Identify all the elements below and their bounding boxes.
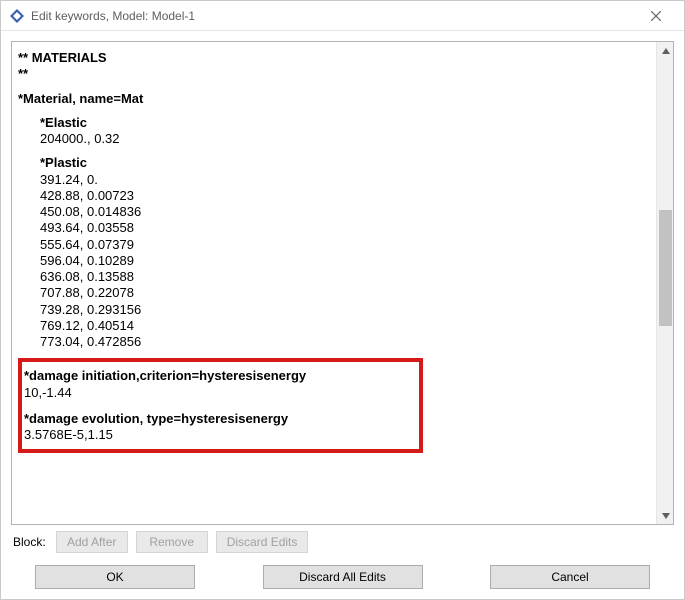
dialog-body: ** MATERIALS ** *Material, name=Mat *Ela… bbox=[1, 31, 684, 559]
elastic-data: 204000., 0.32 bbox=[40, 131, 650, 147]
window-title: Edit keywords, Model: Model-1 bbox=[31, 9, 636, 23]
kw-elastic: *Elastic bbox=[40, 115, 650, 131]
plastic-data-row: 596.04, 0.10289 bbox=[40, 253, 650, 269]
kw-damage-initiation: *damage initiation,criterion=hysteresise… bbox=[24, 368, 413, 384]
ok-button[interactable]: OK bbox=[35, 565, 195, 589]
user-highlight-box: *damage initiation,criterion=hysteresise… bbox=[18, 358, 423, 453]
plastic-data-row: 450.08, 0.014836 bbox=[40, 204, 650, 220]
plastic-data-row: 769.12, 0.40514 bbox=[40, 318, 650, 334]
plastic-data-block: 391.24, 0. 428.88, 0.00723 450.08, 0.014… bbox=[40, 172, 650, 351]
plastic-data-row: 555.64, 0.07379 bbox=[40, 237, 650, 253]
block-controls: Block: Add After Remove Discard Edits bbox=[11, 525, 674, 555]
scroll-down-icon[interactable] bbox=[657, 507, 674, 524]
kw-materials-header: ** MATERIALS bbox=[18, 50, 650, 66]
editor-content[interactable]: ** MATERIALS ** *Material, name=Mat *Ela… bbox=[12, 42, 656, 524]
app-icon bbox=[9, 8, 25, 24]
plastic-data-row: 773.04, 0.472856 bbox=[40, 334, 650, 350]
damage-evo-data: 3.5768E-5,1.15 bbox=[24, 427, 413, 443]
plastic-data-row: 428.88, 0.00723 bbox=[40, 188, 650, 204]
remove-button: Remove bbox=[136, 531, 208, 553]
discard-all-edits-button[interactable]: Discard All Edits bbox=[263, 565, 423, 589]
add-after-button: Add After bbox=[56, 531, 128, 553]
window-close-button[interactable] bbox=[636, 2, 676, 30]
plastic-data-row: 636.08, 0.13588 bbox=[40, 269, 650, 285]
scroll-up-icon[interactable] bbox=[657, 42, 674, 59]
kw-plastic: *Plastic bbox=[40, 155, 650, 171]
editor-scrollbar[interactable] bbox=[656, 42, 673, 524]
plastic-data-row: 739.28, 0.293156 bbox=[40, 302, 650, 318]
kw-damage-evolution: *damage evolution, type=hysteresisenergy bbox=[24, 411, 413, 427]
titlebar: Edit keywords, Model: Model-1 bbox=[1, 1, 684, 31]
plastic-data-row: 391.24, 0. bbox=[40, 172, 650, 188]
block-label: Block: bbox=[13, 535, 46, 549]
discard-edits-button: Discard Edits bbox=[216, 531, 309, 553]
keyword-editor[interactable]: ** MATERIALS ** *Material, name=Mat *Ela… bbox=[11, 41, 674, 525]
dialog-window: Edit keywords, Model: Model-1 ** MATERIA… bbox=[0, 0, 685, 600]
scroll-thumb[interactable] bbox=[659, 210, 672, 326]
kw-material: *Material, name=Mat bbox=[18, 91, 650, 107]
cancel-button[interactable]: Cancel bbox=[490, 565, 650, 589]
kw-comment: ** bbox=[18, 66, 650, 82]
dialog-footer: OK Discard All Edits Cancel bbox=[1, 559, 684, 599]
plastic-data-row: 707.88, 0.22078 bbox=[40, 285, 650, 301]
damage-init-data: 10,-1.44 bbox=[24, 385, 413, 401]
plastic-data-row: 493.64, 0.03558 bbox=[40, 220, 650, 236]
